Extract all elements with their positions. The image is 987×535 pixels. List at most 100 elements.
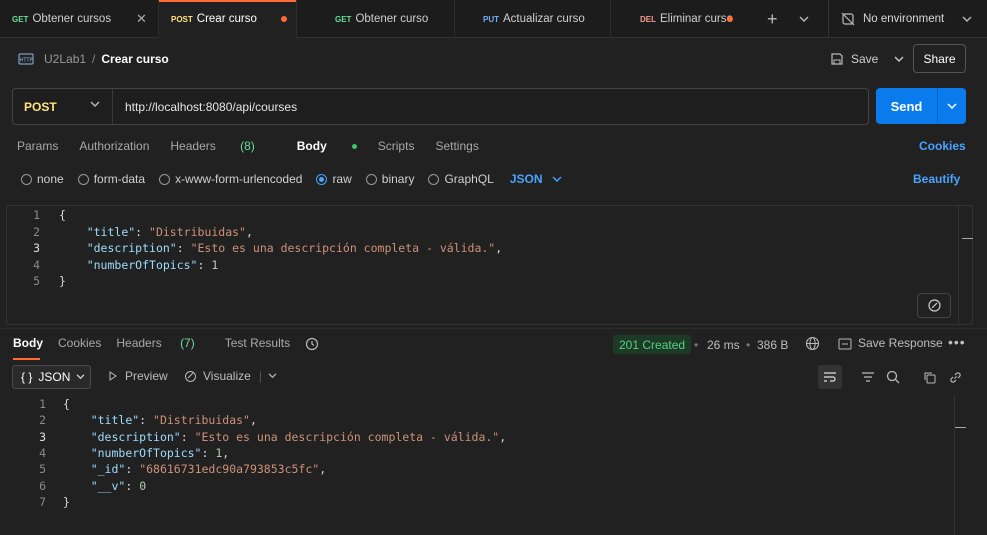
tab-authorization[interactable]: Authorization <box>79 139 149 153</box>
play-icon <box>109 371 117 381</box>
close-icon[interactable]: ✕ <box>136 11 147 27</box>
divider: | <box>258 369 262 383</box>
code-line: "_id": "68616731edc90a793853c5fc", <box>63 462 326 476</box>
chevron-down-icon <box>552 176 562 182</box>
http-icon: HTTP <box>18 53 34 65</box>
radio-form-data[interactable]: form-data <box>77 172 145 186</box>
preview-button[interactable]: Preview <box>108 369 168 383</box>
code-token: "Esto es una descripción completa - váli… <box>190 241 496 255</box>
code-token: : <box>176 241 191 255</box>
tab-crear-curso[interactable]: POST Crear curso <box>159 0 297 38</box>
tab-settings[interactable]: Settings <box>435 139 478 153</box>
save-icon <box>831 53 843 65</box>
response-tab-cookies[interactable]: Cookies <box>58 336 101 350</box>
response-tabs: Body Cookies Headers (7) Test Results <box>13 336 334 351</box>
line-number: 6 <box>39 478 46 493</box>
tab-method: POST <box>171 14 193 24</box>
code-line: "title": "Distribuidas", <box>63 413 257 427</box>
search-button[interactable] <box>881 365 905 389</box>
unsaved-dot-icon <box>727 16 733 22</box>
code-token: "68616731edc90a793853c5fc" <box>139 462 320 477</box>
wrap-lines-button[interactable] <box>818 365 842 389</box>
beautify-button[interactable] <box>917 293 951 318</box>
breadcrumb-project[interactable]: U2Lab1 <box>44 52 86 66</box>
globe-icon[interactable] <box>805 336 820 354</box>
raw-format-label: JSON <box>509 172 543 186</box>
code-line: { <box>59 208 66 222</box>
response-format-label: JSON <box>38 370 71 384</box>
tab-label: Obtener curso <box>355 13 429 25</box>
method-selector[interactable]: POST <box>13 89 113 124</box>
send-button[interactable]: Send <box>876 88 966 124</box>
tab-obtener-curso[interactable]: GET Obtener curso <box>297 0 455 38</box>
scrollbar-thumb <box>962 238 973 239</box>
radio-label: GraphQL <box>444 172 494 186</box>
tab-eliminar-curso[interactable]: DEL Eliminar curso <box>611 0 745 38</box>
cookies-link[interactable]: Cookies <box>919 139 966 153</box>
send-options-button[interactable] <box>938 102 966 110</box>
code-token: { <box>63 397 70 411</box>
code-token: "Distribuidas" <box>153 413 250 428</box>
save-response-button[interactable]: Save Response <box>838 336 943 350</box>
radio-raw[interactable]: raw <box>316 172 352 186</box>
response-tab-test-results[interactable]: Test Results <box>225 336 290 350</box>
page-title[interactable]: Crear curso <box>101 52 168 66</box>
link-button[interactable] <box>943 365 967 389</box>
tab-body[interactable]: Body <box>297 139 357 153</box>
tab-list-button[interactable] <box>799 0 809 38</box>
line-number: 5 <box>33 274 40 288</box>
tab-scripts[interactable]: Scripts <box>378 139 415 153</box>
copy-button[interactable] <box>917 365 941 389</box>
code-token: 0 <box>139 478 147 493</box>
radio-binary[interactable]: binary <box>365 172 414 186</box>
chevron-down-icon[interactable] <box>894 56 904 63</box>
code-token: , <box>495 241 503 255</box>
share-button[interactable]: Share <box>913 44 966 73</box>
response-tab-body[interactable]: Body <box>13 336 43 350</box>
response-size[interactable]: 386 B <box>757 338 788 352</box>
code-token: "numberOfTopics" <box>86 257 198 272</box>
code-token: "__v" <box>90 478 126 493</box>
history-icon[interactable] <box>305 336 319 351</box>
raw-format-selector[interactable]: JSON <box>510 172 562 186</box>
response-headers-label: Headers <box>116 336 162 351</box>
beautify-link[interactable]: Beautify <box>913 172 960 186</box>
visualize-button[interactable]: Visualize | <box>184 369 277 383</box>
environment-selector[interactable]: No environment <box>828 0 987 38</box>
tab-obtener-cursos[interactable]: GET Obtener cursos ✕ <box>0 0 159 38</box>
tab-params[interactable]: Params <box>17 139 58 153</box>
response-tab-headers[interactable]: Headers (7) <box>116 336 209 350</box>
code-token: : <box>139 413 154 428</box>
save-button[interactable]: Save <box>830 48 904 70</box>
tab-headers[interactable]: Headers (8) <box>170 139 275 153</box>
tab-label: Eliminar curso <box>660 13 733 25</box>
radio-none[interactable]: none <box>21 172 64 186</box>
radio-graphql[interactable]: GraphQL <box>428 172 494 186</box>
code-token: "Distribuidas" <box>149 224 246 239</box>
response-time[interactable]: 26 ms <box>707 338 740 352</box>
url-input[interactable]: http://localhost:8080/api/courses <box>113 100 297 114</box>
code-token: "description" <box>86 241 177 255</box>
response-format-selector[interactable]: { } JSON <box>12 365 91 389</box>
radio-urlencoded[interactable]: x-www-form-urlencoded <box>159 172 302 186</box>
more-options-icon[interactable]: ••• <box>948 334 966 350</box>
editor-scrollbar[interactable] <box>958 206 973 324</box>
line-number: 2 <box>33 224 40 239</box>
chevron-down-icon[interactable] <box>268 373 277 379</box>
code-line: "description": "Esto es una descripción … <box>63 430 506 444</box>
method-label: POST <box>24 99 57 114</box>
tab-actualizar-curso[interactable]: PUT Actualizar curso <box>455 0 611 38</box>
code-token: : <box>197 257 212 272</box>
new-tab-button[interactable]: + <box>767 0 778 38</box>
status-badge[interactable]: 201 Created <box>613 335 692 354</box>
code-token: } <box>59 274 66 288</box>
headers-count: (8) <box>240 139 255 153</box>
response-scrollbar[interactable] <box>954 395 966 535</box>
radio-label: none <box>37 172 64 186</box>
code-token: , <box>245 224 253 239</box>
filter-button[interactable] <box>856 365 880 389</box>
code-token: "Esto es una descripción completa - váli… <box>194 429 500 444</box>
